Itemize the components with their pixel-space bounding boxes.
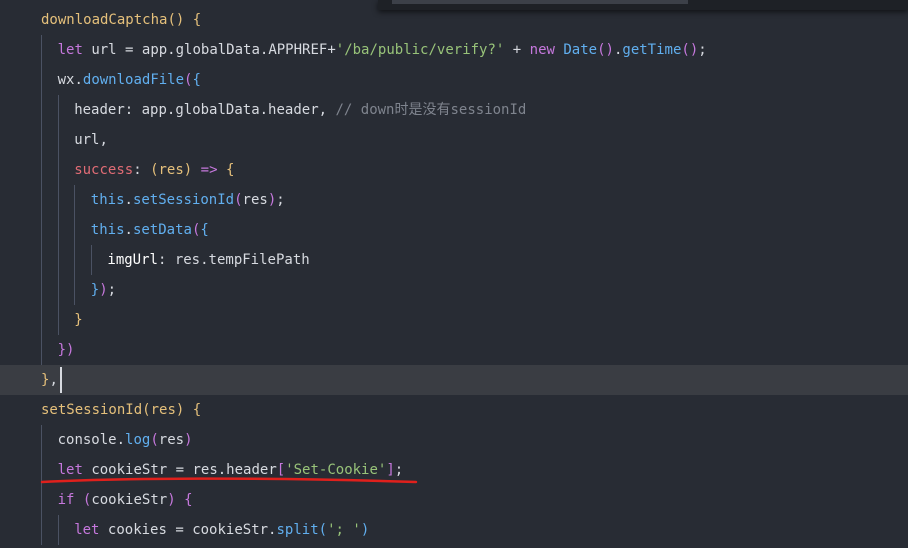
red-annotation-underline bbox=[40, 477, 418, 484]
underline-stroke bbox=[40, 477, 418, 484]
code-editor[interactable]: downloadCaptcha() {let url = app.globalD… bbox=[0, 0, 908, 548]
find-widget[interactable] bbox=[378, 0, 908, 10]
find-input[interactable] bbox=[392, 0, 688, 4]
